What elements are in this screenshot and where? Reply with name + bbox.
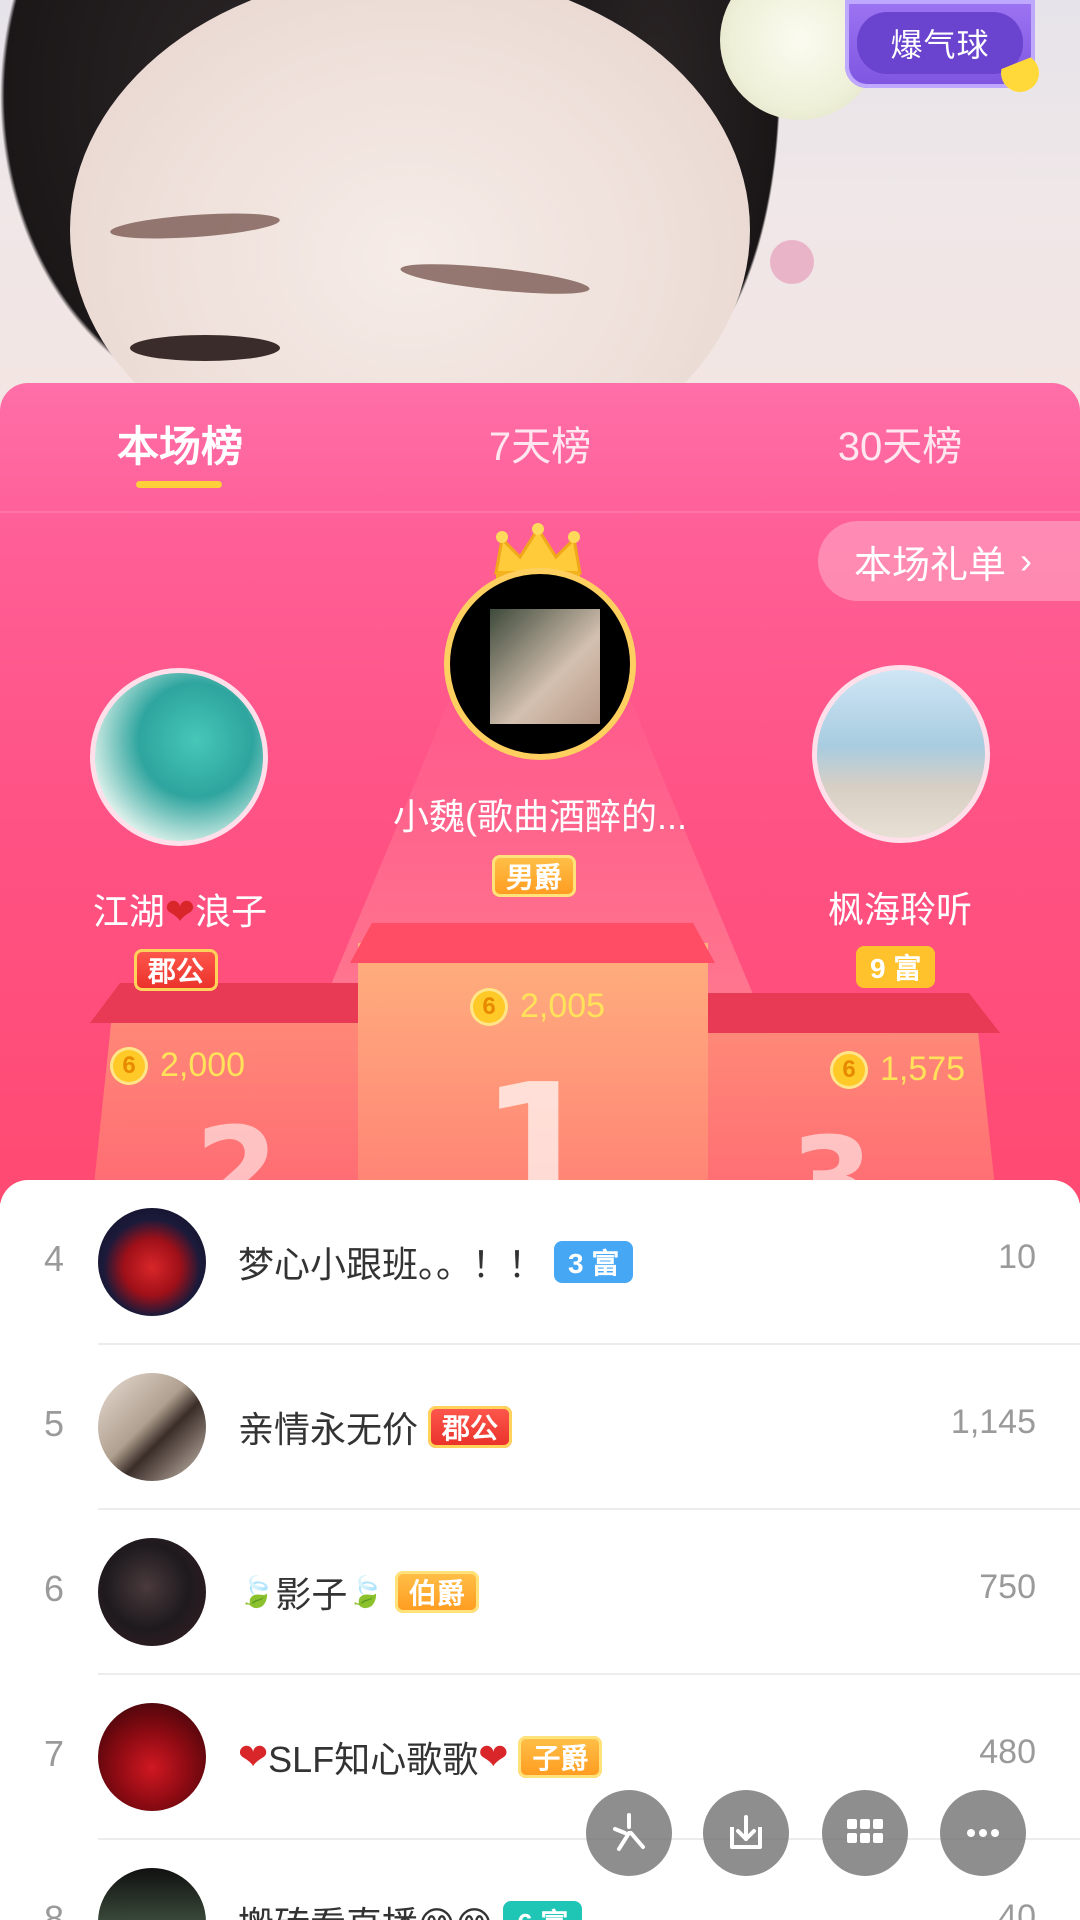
gift-list-button[interactable]: 本场礼单 › [818, 521, 1080, 601]
second-place-coins: 6 2,000 [110, 1046, 245, 1085]
leaf-icon: 🍃 [347, 1575, 385, 1609]
gift-list-label: 本场礼单 [854, 544, 1007, 587]
list-item[interactable]: 8 搬砖看直播😊😊 6 富 40 [0, 1840, 1080, 1920]
tab-7-days[interactable]: 7天榜 [460, 413, 620, 473]
balloon-event-badge[interactable]: 爆气球 [845, 0, 1039, 92]
grid-button[interactable] [822, 1790, 908, 1876]
list-item[interactable]: 5 亲情永无价 郡公 1,145 [0, 1345, 1080, 1510]
tab-this-session[interactable]: 本场榜 [100, 413, 260, 473]
sparkle-icon [613, 1813, 645, 1851]
contribution-value: 40 [998, 1898, 1036, 1920]
list-item[interactable]: 7 ❤ SLF知心歌歌 ❤ 子爵 480 [0, 1675, 1080, 1840]
active-tab-indicator [136, 481, 222, 488]
grid-icon [847, 1819, 883, 1843]
tab-30-days[interactable]: 30天榜 [810, 413, 990, 473]
heart-icon: ❤ [164, 891, 196, 932]
avatar-first-place[interactable] [444, 568, 636, 760]
contribution-value: 750 [979, 1568, 1036, 1606]
avatar[interactable] [98, 1373, 206, 1481]
third-place-coins: 6 1,575 [830, 1050, 965, 1089]
download-icon [730, 1815, 762, 1849]
sparkle-button[interactable] [586, 1790, 672, 1876]
rank-number: 8 [44, 1898, 65, 1920]
more-icon [967, 1829, 999, 1837]
rank-badge: 伯爵 [394, 1571, 479, 1613]
rank-number: 7 [44, 1733, 65, 1774]
first-place-rank-badge: 男爵 [492, 855, 577, 897]
user-name[interactable]: 搬砖看直播😊😊 6 富 [238, 1896, 583, 1920]
rank-badge: 郡公 [428, 1406, 513, 1448]
contribution-value: 480 [979, 1733, 1036, 1771]
second-place-name[interactable]: 江湖❤浪子 [40, 883, 320, 935]
coin-icon: 6 [110, 1046, 148, 1085]
user-name[interactable]: 🍃 影子 🍃 伯爵 [238, 1566, 479, 1618]
leaf-icon: 🍃 [238, 1575, 276, 1609]
avatar[interactable] [98, 1208, 206, 1316]
avatar[interactable] [98, 1868, 206, 1920]
third-place-wealth-badge: 9 富 [856, 946, 936, 988]
avatar-second-place[interactable] [90, 668, 268, 846]
rank-number: 6 [44, 1568, 65, 1609]
chevron-right-icon: › [1020, 540, 1033, 581]
contribution-value: 10 [998, 1238, 1036, 1276]
avatar-third-place[interactable] [812, 665, 990, 843]
user-name[interactable]: 梦心小跟班。。！！ 3 富 [238, 1236, 634, 1288]
first-place-name[interactable]: 小魏(歌曲酒醉的... [360, 788, 720, 840]
contribution-value: 1,145 [950, 1403, 1036, 1441]
rank-number: 4 [44, 1238, 65, 1279]
coin-icon: 6 [470, 987, 508, 1026]
wealth-badge: 6 富 [503, 1901, 583, 1920]
balloon-event-label: 爆气球 [857, 12, 1023, 74]
list-item[interactable]: 6 🍃 影子 🍃 伯爵 750 [0, 1510, 1080, 1675]
avatar[interactable] [98, 1703, 206, 1811]
first-place-coins: 6 2,005 [470, 987, 605, 1026]
second-place-rank-badge: 郡公 [134, 949, 219, 991]
rank-number: 5 [44, 1403, 65, 1444]
more-button[interactable] [940, 1790, 1026, 1876]
list-item[interactable]: 4 梦心小跟班。。！！ 3 富 10 [0, 1180, 1080, 1345]
ranking-tabs: 本场榜 7天榜 30天榜 [0, 383, 1080, 513]
user-name[interactable]: ❤ SLF知心歌歌 ❤ 子爵 [238, 1731, 603, 1783]
heart-icon: ❤ [238, 1736, 269, 1777]
user-name[interactable]: 亲情永无价 郡公 [238, 1401, 513, 1453]
rank-badge: 子爵 [518, 1736, 603, 1778]
ranking-list[interactable]: 4 梦心小跟班。。！！ 3 富 10 5 亲情永无价 郡公 1,145 6 🍃 … [0, 1180, 1080, 1920]
avatar[interactable] [98, 1538, 206, 1646]
third-place-name[interactable]: 枫海聆听 [760, 881, 1040, 933]
wealth-badge: 3 富 [554, 1241, 634, 1283]
heart-icon: ❤ [478, 1736, 509, 1777]
ranking-panel: 本场榜 7天榜 30天榜 本场礼单 › 1 2 3 小魏(歌曲酒醉的... 江湖… [0, 383, 1080, 1203]
coin-icon: 6 [830, 1050, 868, 1089]
download-button[interactable] [703, 1790, 789, 1876]
